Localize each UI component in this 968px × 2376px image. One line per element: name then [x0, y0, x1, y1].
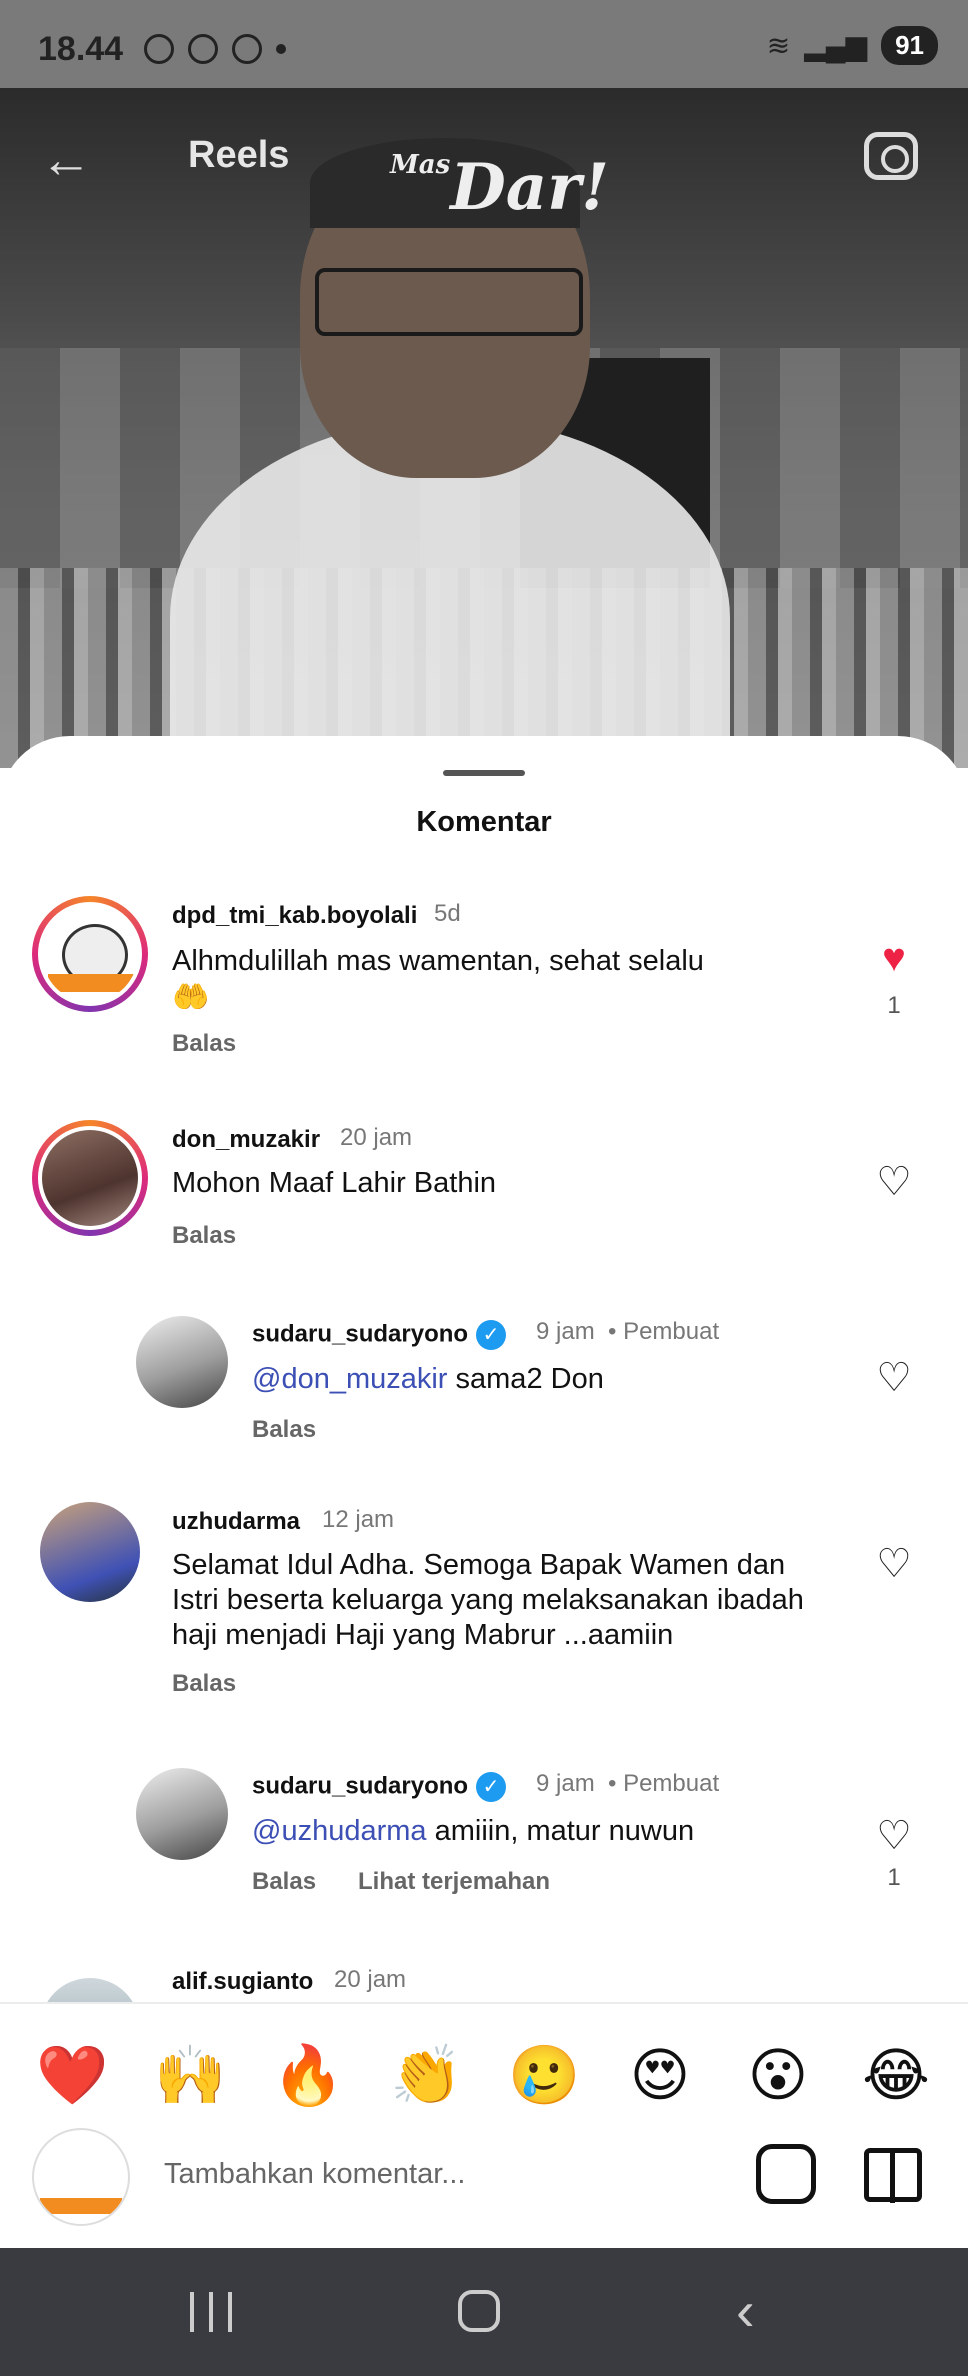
comment-time: 12 jam [322, 1506, 395, 1533]
reply-button[interactable]: Balas [252, 1416, 316, 1444]
heart-icon[interactable]: ♡ [874, 1358, 914, 1398]
verified-badge-icon: ✓ [476, 1320, 507, 1350]
creator-label: • Pembuat [608, 1318, 720, 1345]
emoji-heart-eyes-button[interactable]: 😍 [626, 2042, 694, 2110]
status-bar: 18.44 ≋ ▂▄▆ 91 [0, 0, 968, 88]
verified-badge-icon: ✓ [476, 1772, 507, 1802]
emoji-sad-button[interactable]: 🥲 [508, 2042, 580, 2110]
comment-text: @don_muzakir sama2 Don [252, 1363, 604, 1395]
mention-link[interactable]: @uzhudarma [252, 1815, 427, 1847]
notification-icons [144, 34, 286, 64]
comment-time: 20 jam [334, 1966, 407, 1993]
avatar[interactable] [32, 896, 148, 1012]
comment-input[interactable]: Tambahkan komentar... [164, 2158, 465, 2191]
like-count: 1 [887, 992, 901, 1019]
heart-icon[interactable]: ♡ [874, 1544, 914, 1584]
emoji-reaction-bar: ❤️ 🙌 🔥 👏 🥲 😍 😮 😂 [0, 2002, 968, 2124]
comment-username[interactable]: don_muzakir [172, 1126, 320, 1154]
comment-text: Alhmdulillah mas wamentan, sehat selalu [172, 945, 704, 977]
comment-composer: Tambahkan komentar... [0, 2122, 968, 2248]
tiktok-icon [232, 34, 262, 64]
comment-emoji: 🤲 [172, 981, 210, 1014]
comment-time: 5d [434, 900, 461, 927]
back-arrow-icon[interactable]: ← [40, 134, 100, 186]
avatar[interactable] [136, 1768, 228, 1860]
home-icon[interactable] [458, 2290, 500, 2332]
reels-title: Reels [188, 134, 290, 176]
comment-time: 9 jam [536, 1770, 595, 1797]
comment-username[interactable]: sudaru_sudaryono ✓ [252, 1772, 507, 1802]
creator-label: • Pembuat [608, 1770, 720, 1797]
reply-button[interactable]: Balas [172, 1222, 236, 1250]
emoji-laughing-button[interactable]: 😂 [862, 2042, 930, 2110]
reply-button[interactable]: Balas [172, 1030, 236, 1058]
comment-text: Selamat Idul Adha. Semoga Bapak Wamen da… [172, 1549, 804, 1651]
wifi-icon: ≋ [766, 30, 791, 61]
more-notifications-dot-icon [276, 44, 286, 54]
signal-icon: ▂▄▆ [804, 30, 868, 61]
comment-username[interactable]: uzhudarma [172, 1508, 300, 1536]
avatar[interactable] [136, 1316, 228, 1408]
see-translation-button[interactable]: Lihat terjemahan [358, 1868, 550, 1896]
system-back-icon[interactable]: ‹ [736, 2283, 755, 2339]
heart-icon[interactable]: ♡ [874, 1816, 914, 1856]
recent-apps-icon[interactable] [190, 2292, 232, 2332]
reply-button[interactable]: Balas [252, 1868, 316, 1896]
heart-icon[interactable]: ♥ [874, 938, 914, 978]
video-watermark: MasDar! [390, 150, 610, 225]
whatsapp-icon [144, 34, 174, 64]
heart-icon[interactable]: ♡ [874, 1162, 914, 1202]
comment-time: 20 jam [340, 1124, 413, 1151]
sticker-icon[interactable] [756, 2144, 816, 2204]
comment-item: alif.sugianto 20 jam [0, 1960, 968, 2002]
avatar[interactable] [32, 1120, 148, 1236]
emoji-raising-hands-button[interactable]: 🙌 [154, 2042, 226, 2110]
avatar[interactable] [40, 1978, 140, 2002]
comment-text: Mohon Maaf Lahir Bathin [172, 1167, 497, 1199]
avatar[interactable] [40, 1502, 140, 1602]
reply-button[interactable]: Balas [172, 1670, 236, 1698]
comment-username[interactable]: sudaru_sudaryono ✓ [252, 1320, 507, 1350]
sheet-title: Komentar [416, 806, 552, 838]
avatar [32, 2128, 130, 2226]
comment-text: @uzhudarma amiiin, matur nuwun [252, 1815, 695, 1847]
emoji-heart-button[interactable]: ❤️ [36, 2042, 108, 2110]
emoji-surprised-button[interactable]: 😮 [744, 2042, 812, 2110]
camera-icon[interactable] [864, 132, 918, 180]
instagram-icon [188, 34, 218, 64]
like-count: 1 [887, 1864, 901, 1891]
comment-username[interactable]: alif.sugianto [172, 1968, 313, 1996]
drag-handle[interactable] [443, 770, 525, 776]
presenter-image [170, 138, 730, 768]
emoji-fire-button[interactable]: 🔥 [272, 2042, 344, 2110]
status-time: 18.44 [38, 30, 124, 68]
comment-time: 9 jam [536, 1318, 595, 1345]
comment-username[interactable]: dpd_tmi_kab.boyolali [172, 902, 417, 930]
battery-indicator: 91 [881, 26, 938, 65]
mention-link[interactable]: @don_muzakir [252, 1363, 447, 1395]
gift-icon[interactable] [864, 2148, 922, 2203]
emoji-clap-button[interactable]: 👏 [390, 2042, 462, 2110]
system-nav-bar: ‹ [0, 2248, 968, 2376]
